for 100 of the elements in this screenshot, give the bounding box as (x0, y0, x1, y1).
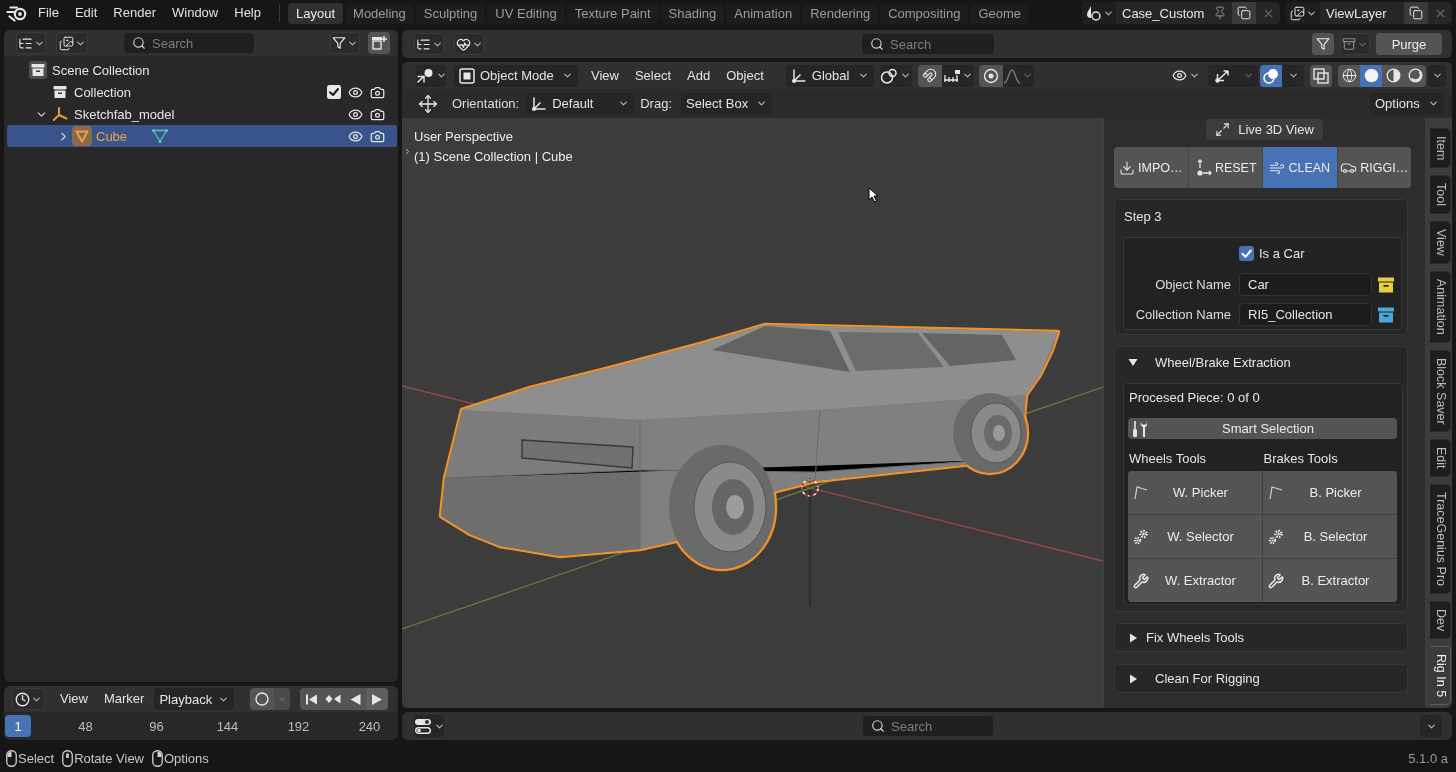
workspace-tab[interactable]: UV Editing (487, 2, 565, 24)
snap-toggle[interactable] (917, 64, 942, 87)
tool-button[interactable]: B. Extractor (1263, 559, 1397, 602)
panel-tab[interactable]: RESET (1188, 147, 1262, 188)
skip-to-start-icon[interactable] (304, 692, 318, 706)
workspace-tab[interactable]: Compositing (880, 2, 969, 24)
tool-button[interactable]: W. Picker (1128, 471, 1262, 514)
keyframe-jump-icon[interactable] (325, 693, 342, 705)
workspace-tab[interactable]: Texture Paint (566, 2, 659, 24)
checkbox[interactable] (327, 85, 341, 99)
shading-mode-button[interactable] (1360, 64, 1382, 87)
sidebar-tab[interactable]: Edit (1430, 439, 1451, 477)
panel-header[interactable]: Fix Wheels Tools (1115, 624, 1407, 651)
menu-item[interactable]: File (30, 3, 67, 23)
eye-icon[interactable] (348, 106, 363, 122)
scene-type-button[interactable] (1082, 2, 1116, 24)
transform-orientation-dropdown[interactable]: Global (785, 64, 874, 87)
archive-dropdown[interactable] (1340, 33, 1370, 55)
menu-item[interactable]: Marker (95, 689, 153, 709)
play-reverse-icon[interactable] (349, 692, 362, 706)
pivot-point-button[interactable] (879, 64, 912, 87)
orientation-dropdown[interactable]: Default (526, 92, 635, 115)
editor-type-button[interactable] (414, 715, 444, 737)
menu-item[interactable]: View (52, 689, 96, 709)
outliner-row[interactable]: Collection (7, 81, 397, 103)
tool-button[interactable]: W. Selector (1128, 515, 1262, 558)
outliner-row[interactable]: Cube (7, 125, 397, 147)
proportional-editing-toggle[interactable] (978, 64, 1003, 87)
menu-item[interactable]: Select (626, 65, 680, 86)
interaction-mode-button[interactable] (416, 64, 446, 87)
text-field[interactable]: RI5_Collection (1239, 303, 1372, 326)
expand-button[interactable] (1420, 715, 1442, 737)
mode-dropdown[interactable]: Object Mode (454, 64, 578, 87)
panel-header[interactable]: Wheel/Brake Extraction (1115, 347, 1407, 377)
filter-button[interactable] (1312, 33, 1334, 55)
workspace-tab[interactable]: Shading (660, 2, 725, 24)
panel-tab[interactable]: CLEAN (1263, 147, 1337, 188)
editor-type-button[interactable] (12, 688, 45, 710)
workspace-tab[interactable]: Layout (288, 2, 344, 24)
menu-item[interactable]: Add (679, 65, 719, 86)
workspace-tab[interactable]: Modeling (345, 2, 414, 24)
shading-mode-button[interactable] (1338, 64, 1360, 87)
checkbox-label[interactable]: Is a Car (1259, 245, 1305, 261)
snap-target-button[interactable] (941, 64, 974, 87)
tool-button[interactable]: W. Extractor (1128, 559, 1262, 602)
panel-tab[interactable]: IMPO… (1114, 147, 1188, 188)
sidebar-tab[interactable]: Animation (1430, 271, 1451, 343)
menu-item[interactable]: Window (164, 3, 227, 23)
current-frame-indicator[interactable]: 1 (5, 715, 31, 737)
checkbox[interactable] (1239, 245, 1254, 261)
tool-button[interactable]: B. Selector (1263, 515, 1397, 558)
camera-icon[interactable] (370, 84, 385, 100)
shading-mode-button[interactable] (1404, 64, 1426, 87)
workspace-tab[interactable]: Animation (726, 2, 801, 24)
copy-button[interactable] (1404, 2, 1428, 24)
search-field[interactable]: Search (863, 716, 993, 736)
drag-dropdown[interactable]: Select Box (681, 92, 772, 115)
search-field[interactable]: Search (862, 34, 994, 54)
playback-dropdown[interactable]: Playback (154, 688, 235, 710)
menu-item[interactable]: Object (718, 65, 772, 86)
editor-type-button[interactable] (414, 33, 444, 55)
workspace-tab[interactable]: Rendering (802, 2, 879, 24)
camera-icon[interactable] (370, 106, 385, 122)
sidebar-tab[interactable]: TraceGenius Pro (1430, 483, 1451, 594)
camera-icon[interactable] (370, 128, 385, 144)
overlays-options-button[interactable] (1282, 64, 1304, 87)
xray-toggle[interactable] (1310, 64, 1332, 87)
pin-icon[interactable] (1213, 6, 1227, 20)
gizmo-toggle[interactable] (1208, 64, 1238, 87)
overlays-toggle[interactable] (1260, 64, 1282, 87)
text-field[interactable]: Car (1239, 273, 1372, 296)
menu-item[interactable]: Render (105, 3, 164, 23)
tool-button[interactable]: B. Picker (1263, 471, 1397, 514)
sidebar-tab[interactable]: Dev (1430, 601, 1451, 640)
sidebar-tab[interactable]: Item (1430, 128, 1451, 169)
sidebar-tab[interactable]: Rig In 5 (1430, 646, 1451, 706)
copy-button[interactable] (1232, 2, 1256, 24)
options-dropdown[interactable]: Options (1370, 92, 1444, 115)
sidebar-tab[interactable]: Block Saver (1430, 349, 1451, 433)
workspace-tab[interactable]: Geome (970, 2, 1030, 24)
record-button[interactable] (250, 688, 275, 710)
eye-icon[interactable] (348, 84, 363, 100)
eye-icon[interactable] (348, 128, 363, 144)
shading-options-button[interactable] (1428, 64, 1446, 87)
panel-header[interactable]: Clean For Rigging (1115, 665, 1407, 692)
live-3d-view-button[interactable]: Live 3D View (1206, 119, 1323, 140)
search-field[interactable]: Search (124, 33, 254, 53)
chevron-right-icon[interactable] (403, 147, 412, 156)
purge-button[interactable]: Purge (1376, 33, 1442, 55)
panel-tab[interactable]: RIGGI… (1337, 147, 1411, 188)
sidebar-tab[interactable]: Tool (1430, 175, 1451, 215)
editor-type-button[interactable] (16, 32, 46, 54)
smart-selection-button[interactable]: Smart Selection (1128, 418, 1397, 439)
workspace-tab[interactable]: Sculpting (415, 2, 486, 24)
menu-item[interactable]: View (583, 65, 627, 86)
filter-dropdown[interactable] (330, 32, 360, 54)
view-layer-type-button[interactable] (1286, 2, 1320, 24)
outliner-row[interactable]: Scene Collection (7, 59, 397, 81)
move-icon[interactable] (418, 93, 438, 114)
display-mode-button[interactable] (454, 33, 484, 55)
